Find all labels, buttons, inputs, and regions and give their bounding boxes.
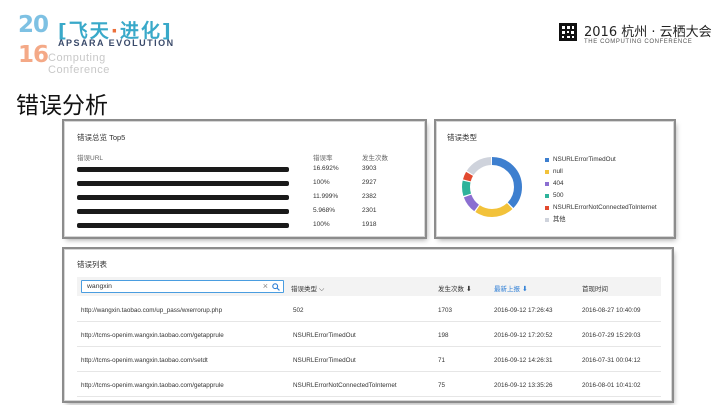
error-rate: 5.968%: [313, 207, 336, 214]
top5-row[interactable]: 100% 1918: [65, 220, 424, 234]
legend-item[interactable]: NSURLErrorNotConnectedToInternet: [545, 203, 657, 215]
top5-row[interactable]: 5.968% 2301: [65, 206, 424, 220]
table-row[interactable]: http://tcms-openim.wangxin.taobao.com/ge…: [77, 323, 661, 347]
url-search-input[interactable]: wangxin ×: [81, 280, 284, 293]
redacted-url: [77, 167, 289, 172]
legend-swatch: [545, 206, 549, 210]
logo-year-bottom: 16: [18, 42, 49, 68]
legend-label: NSURLErrorTimedOut: [553, 156, 616, 163]
table-row[interactable]: http://wangxin.taobao.com/up_pass/wxerro…: [77, 298, 661, 322]
cell-url[interactable]: http://wangxin.taobao.com/up_pass/wxerro…: [81, 307, 222, 314]
cell-type: NSURLErrorTimedOut: [293, 332, 356, 339]
redacted-url: [77, 195, 289, 200]
error-rate: 16.692%: [313, 165, 339, 172]
chevron-down-icon: ⌵: [319, 286, 325, 293]
error-count: 2382: [362, 193, 377, 200]
error-rate: 100%: [313, 221, 330, 228]
cell-url[interactable]: http://tcms-openim.wangxin.taobao.com/se…: [81, 357, 208, 364]
error-types-panel: 错误类型 NSURLErrorTimedOut null 404 500 NSU…: [436, 121, 674, 237]
cell-latest: 2016-09-12 17:26:43: [494, 307, 553, 314]
cell-latest: 2016-09-12 17:20:52: [494, 332, 553, 339]
conference-brand-mark: 2016 杭州 · 云栖大会 THE COMPUTING CONFERENCE: [558, 20, 712, 50]
top5-row[interactable]: 100% 2927: [65, 178, 424, 192]
legend-item[interactable]: 500: [545, 191, 657, 203]
table-row[interactable]: http://tcms-openim.wangxin.taobao.com/ge…: [77, 373, 661, 397]
cell-first-seen: 2016-07-29 15:29:03: [582, 332, 641, 339]
redacted-url: [77, 209, 289, 214]
sort-by-count[interactable]: 发生次数 ⬇: [438, 283, 472, 293]
cell-latest: 2016-09-12 13:35:26: [494, 382, 553, 389]
table-header: wangxin × 错误类型 ⌵ 发生次数 ⬇ 最新上报 ⬇ 首现时间: [77, 277, 661, 296]
legend-label: 500: [553, 192, 564, 199]
arrow-down-icon: ⬇: [522, 286, 528, 293]
brand-main-text: 2016 杭州 · 云栖大会: [584, 25, 712, 40]
legend-item[interactable]: NSURLErrorTimedOut: [545, 155, 657, 167]
type-filter-dropdown[interactable]: 错误类型 ⌵: [291, 283, 324, 294]
cell-first-seen: 2016-07-31 00:04:12: [582, 357, 641, 364]
search-icon[interactable]: [272, 283, 280, 291]
error-rate: 100%: [313, 179, 330, 186]
top5-title: 错误总览 Top5: [77, 133, 126, 142]
cell-first-seen: 2016-08-01 10:41:02: [582, 382, 641, 389]
error-count: 1918: [362, 221, 377, 228]
error-count: 2927: [362, 179, 377, 186]
arrow-down-icon: ⬇: [466, 286, 472, 293]
error-count: 3903: [362, 165, 377, 172]
legend-label: 其他: [553, 216, 566, 223]
cell-type: NSURLErrorNotConnectedToInternet: [293, 382, 397, 389]
cell-type: NSURLErrorTimedOut: [293, 357, 356, 364]
cell-latest: 2016-09-12 14:26:31: [494, 357, 553, 364]
legend-label: NSURLErrorNotConnectedToInternet: [553, 204, 657, 211]
search-value: wangxin: [87, 283, 112, 290]
error-top5-panel: 错误总览 Top5 错误URL 错误率 发生次数 16.692% 3903 10…: [64, 121, 425, 237]
error-type-donut[interactable]: [459, 154, 525, 220]
col-header-url: 错误URL: [77, 155, 104, 162]
cell-count: 75: [438, 382, 446, 389]
types-title: 错误类型: [447, 133, 477, 142]
error-list-panel: 错误列表 wangxin × 错误类型 ⌵ 发生次数 ⬇ 最新上报 ⬇ 首现时间 ht…: [64, 249, 672, 401]
sort-by-latest[interactable]: 最新上报 ⬇: [494, 283, 528, 293]
legend-label: 404: [553, 180, 564, 187]
legend-swatch: [545, 182, 549, 186]
logo-event-en: APSARA EVOLUTION: [58, 38, 175, 48]
legend-item[interactable]: 其他: [545, 215, 657, 227]
cell-url[interactable]: http://tcms-openim.wangxin.taobao.com/ge…: [81, 382, 224, 389]
legend-label: null: [553, 168, 563, 175]
clear-icon[interactable]: ×: [263, 281, 268, 292]
error-type-legend: NSURLErrorTimedOut null 404 500 NSURLErr…: [545, 155, 657, 227]
top5-row[interactable]: 16.692% 3903: [65, 164, 424, 178]
redacted-url: [77, 181, 289, 186]
slide-title: 错误分析: [16, 93, 108, 119]
legend-swatch: [545, 218, 549, 222]
redacted-url: [77, 223, 289, 228]
error-count: 2301: [362, 207, 377, 214]
error-rate: 11.999%: [313, 193, 339, 200]
brand-sub-text: THE COMPUTING CONFERENCE: [584, 39, 693, 45]
table-row[interactable]: http://tcms-openim.wangxin.taobao.com/se…: [77, 348, 661, 372]
cell-count: 198: [438, 332, 449, 339]
legend-swatch: [545, 194, 549, 198]
list-title: 错误列表: [77, 260, 107, 269]
col-header-rate: 错误率: [313, 155, 333, 162]
logo-faded-line-1: Computing: [48, 52, 106, 64]
logo-faded-line-2: Conference: [48, 64, 110, 76]
cell-count: 71: [438, 357, 446, 364]
cell-url[interactable]: http://tcms-openim.wangxin.taobao.com/ge…: [81, 332, 224, 339]
col-header-count: 发生次数: [362, 155, 388, 162]
legend-item[interactable]: 404: [545, 179, 657, 191]
legend-swatch: [545, 170, 549, 174]
cell-type: 502: [293, 307, 304, 314]
cube-logo-icon: [559, 23, 577, 41]
legend-swatch: [545, 158, 549, 162]
logo-year-top: 20: [18, 12, 49, 38]
legend-item[interactable]: null: [545, 167, 657, 179]
cell-first-seen: 2016-08-27 10:40:09: [582, 307, 641, 314]
conference-logo: 20 16 [飞天·进化] APSARA EVOLUTION Computing…: [18, 12, 188, 77]
col-header-first-seen[interactable]: 首现时间: [582, 283, 608, 293]
cell-count: 1703: [438, 307, 453, 314]
top5-row[interactable]: 11.999% 2382: [65, 192, 424, 206]
